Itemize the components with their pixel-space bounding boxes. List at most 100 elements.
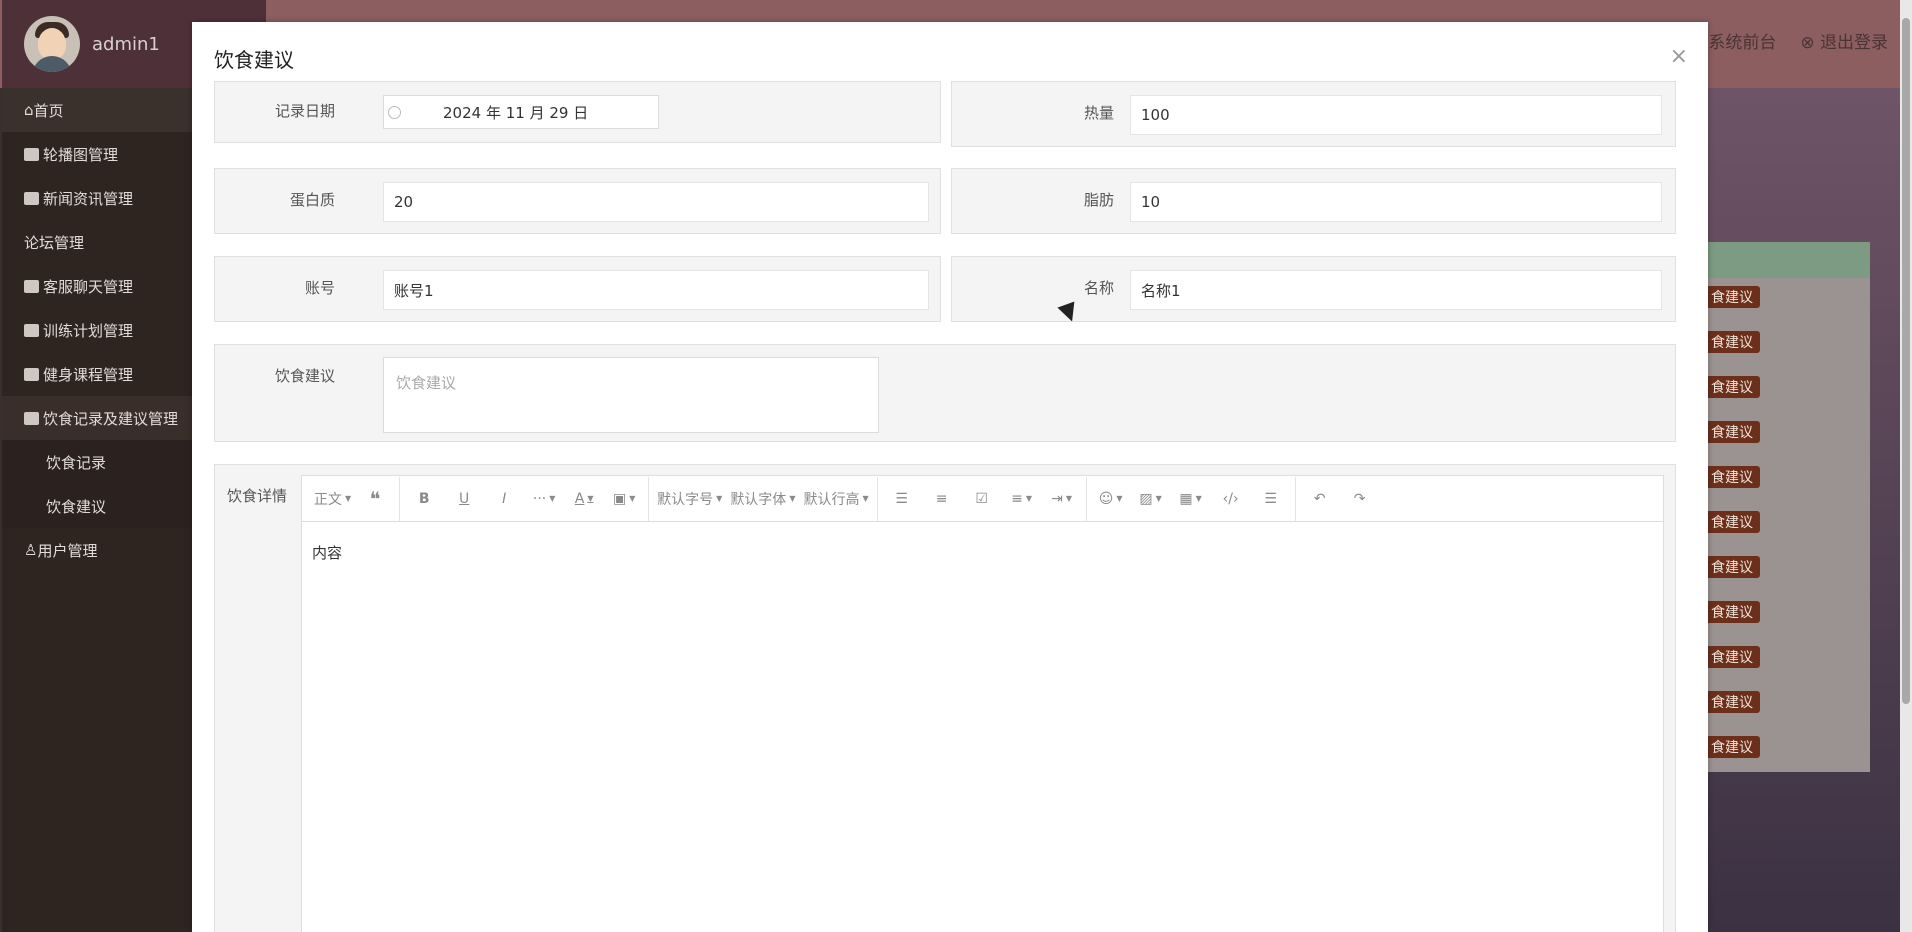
sidebar-item-label: 饮食建议 (46, 497, 107, 516)
bold-icon[interactable]: B (404, 483, 444, 515)
table-header (1700, 242, 1870, 278)
sidebar-item-label: 健身课程管理 (43, 365, 134, 384)
calories-input[interactable]: 100 (1130, 95, 1662, 135)
background-color-icon[interactable]: ▣ ▼ (604, 483, 644, 515)
sidebar-item-label: 饮食记录及建议管理 (43, 409, 179, 428)
user-icon: ♙ (24, 541, 38, 559)
advice-group: 饮食建议 饮食建议 (214, 344, 1676, 442)
page-scrollbar[interactable] (1900, 0, 1912, 932)
redo-icon[interactable]: ↷ (1340, 483, 1380, 515)
protein-group: 蛋白质 20 (214, 168, 941, 234)
font-family-label: 默认字体 (730, 491, 787, 508)
editor-toolbar: 正文 ▼ ❝ B U I ··· ▼ A ▼ ▣ ▼ 默认字号 ▼ 默认字体 ▼ 默认行高 ▼… (302, 476, 1663, 522)
scrollbar-thumb[interactable] (1902, 18, 1910, 704)
paragraph-label: 正文 (314, 491, 342, 508)
close-icon[interactable]: × (1670, 44, 1688, 69)
clock-icon (388, 105, 401, 119)
admin-name: admin1 (92, 33, 160, 55)
record-date-value: 2024 年 11 月 29 日 (443, 103, 589, 122)
code-icon[interactable]: ‹/› (1211, 483, 1251, 515)
fat-group: 脂肪 10 (951, 168, 1676, 234)
record-date-group: 记录日期 2024 年 11 月 29 日 (214, 81, 941, 143)
account-input[interactable]: 账号1 (383, 270, 929, 310)
account-label: 账号 (304, 279, 335, 297)
sidebar-item-label: 训练计划管理 (43, 321, 134, 340)
fat-input[interactable]: 10 (1130, 182, 1662, 222)
table-icon (24, 323, 39, 337)
indent-icon[interactable]: ⇥ ▼ (1042, 483, 1082, 515)
book-icon (24, 411, 39, 425)
name-input[interactable]: 名称1 (1130, 270, 1662, 310)
toolbar-divider (399, 476, 401, 521)
row-advice-button[interactable]: 食建议 (1704, 556, 1760, 578)
todo-icon[interactable]: ☑ (962, 483, 1002, 515)
undo-icon[interactable]: ↶ (1300, 483, 1340, 515)
calories-group: 热量 100 (951, 81, 1676, 147)
calories-label: 热量 (1083, 104, 1114, 122)
bulleted-list-icon[interactable]: ☰ (882, 483, 922, 515)
name-label: 名称 (1083, 279, 1114, 297)
top-links: 系统前台 ⊗ 退出登录 (1708, 28, 1888, 53)
book-icon (24, 191, 39, 205)
quote-icon[interactable]: ❝ (355, 483, 395, 515)
advice-textarea[interactable]: 饮食建议 (383, 357, 879, 433)
row-advice-button[interactable]: 食建议 (1704, 421, 1760, 443)
details-label: 饮食详情 (226, 487, 287, 505)
row-advice-button[interactable]: 食建议 (1704, 601, 1760, 623)
frontend-link[interactable]: 系统前台 (1708, 28, 1776, 53)
sidebar-item-label: 客服聊天管理 (43, 277, 134, 296)
protein-input[interactable]: 20 (383, 182, 929, 222)
dialog-title: 饮食建议 (214, 48, 294, 72)
home-icon: ⌂ (24, 101, 34, 119)
logout-link[interactable]: ⊗ 退出登录 (1800, 28, 1888, 53)
underline-icon[interactable]: U (444, 483, 484, 515)
sidebar-item-label: 饮食记录 (46, 453, 107, 472)
table-icon (24, 279, 39, 293)
sidebar-item-label: 论坛管理 (24, 233, 85, 252)
table-icon (24, 367, 39, 381)
record-date-input[interactable]: 2024 年 11 月 29 日 (383, 95, 659, 129)
line-height-select[interactable]: 默认行高 ▼ (799, 483, 872, 515)
row-advice-button[interactable]: 食建议 (1704, 286, 1760, 308)
row-advice-button[interactable]: 食建议 (1704, 376, 1760, 398)
divider-icon[interactable]: ☰ (1251, 483, 1291, 515)
table-insert-icon[interactable]: ▦ ▼ (1171, 483, 1211, 515)
row-advice-button[interactable]: 食建议 (1704, 646, 1760, 668)
protein-label: 蛋白质 (289, 191, 335, 209)
toolbar-divider (1085, 476, 1087, 521)
line-height-label: 默认行高 (803, 491, 860, 508)
sidebar-item-label: 首页 (33, 101, 64, 120)
font-size-select[interactable]: 默认字号 ▼ (653, 483, 726, 515)
align-icon[interactable]: ≡ ▼ (1002, 483, 1042, 515)
toolbar-divider (876, 476, 878, 521)
sidebar-item-label: 轮播图管理 (43, 145, 119, 164)
record-date-label: 记录日期 (274, 102, 335, 120)
more-style-icon[interactable]: ··· ▼ (524, 483, 564, 515)
diet-advice-dialog: 饮食建议 × 记录日期 2024 年 11 月 29 日 热量 100 蛋白质 … (192, 22, 1708, 932)
row-advice-button[interactable]: 食建议 (1704, 691, 1760, 713)
row-advice-button[interactable]: 食建议 (1704, 511, 1760, 533)
image-icon[interactable]: ▨ ▼ (1131, 483, 1171, 515)
toolbar-divider (1294, 476, 1296, 521)
italic-icon[interactable]: I (484, 483, 524, 515)
font-size-label: 默认字号 (657, 491, 714, 508)
toolbar-divider (648, 476, 650, 521)
sidebar-item-label: 用户管理 (37, 541, 98, 560)
row-advice-button[interactable]: 食建议 (1704, 466, 1760, 488)
paragraph-select[interactable]: 正文 ▼ (310, 483, 355, 515)
advice-label: 饮食建议 (274, 367, 335, 385)
sidebar-item-label: 新闻资讯管理 (43, 189, 134, 208)
numbered-list-icon[interactable]: ≡ (922, 483, 962, 515)
account-group: 账号 账号1 (214, 256, 941, 322)
editor-content[interactable]: 内容 (302, 522, 1663, 583)
avatar[interactable] (24, 16, 80, 72)
fat-label: 脂肪 (1083, 191, 1114, 209)
row-advice-button[interactable]: 食建议 (1704, 736, 1760, 758)
row-advice-button[interactable]: 食建议 (1704, 331, 1760, 353)
font-family-select[interactable]: 默认字体 ▼ (726, 483, 799, 515)
logout-label: 退出登录 (1820, 33, 1888, 53)
table-icon (24, 147, 39, 161)
emoji-icon[interactable]: ☺ ▼ (1091, 483, 1131, 515)
font-color-icon[interactable]: A ▼ (564, 483, 604, 515)
rich-text-editor: 正文 ▼ ❝ B U I ··· ▼ A ▼ ▣ ▼ 默认字号 ▼ 默认字体 ▼ 默认行高 ▼… (301, 475, 1664, 932)
